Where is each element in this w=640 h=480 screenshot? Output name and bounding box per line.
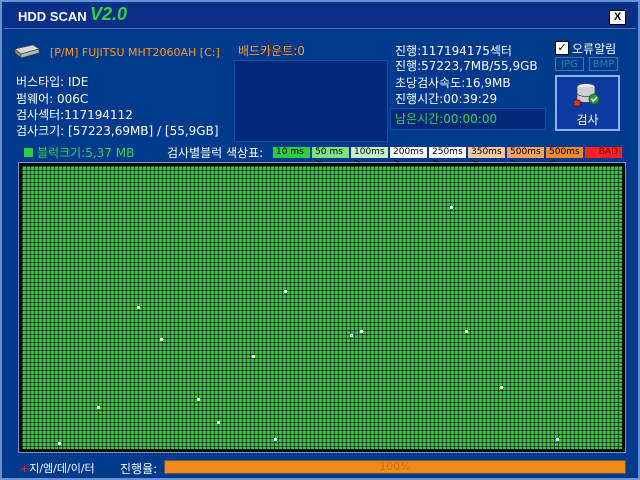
legend-item: 350ms > <box>468 147 505 168</box>
hard-drive-icon <box>14 44 40 59</box>
progress-text: 100% <box>379 460 411 473</box>
block-size-swatch <box>24 148 33 157</box>
scan-button[interactable]: 검사 <box>555 75 620 131</box>
database-scan-icon <box>573 83 600 107</box>
scan-block-speck <box>350 334 353 337</box>
scan-block-speck <box>160 338 163 341</box>
scan-block-grid <box>22 166 622 449</box>
legend-item: 50 ms > <box>312 147 349 168</box>
scan-block-speck <box>360 330 363 333</box>
legend-item: 500ms < <box>546 147 583 168</box>
drive-label[interactable]: [P/M] FUJITSU MHT2060AH [C:] <box>50 46 220 59</box>
scan-map <box>18 162 626 453</box>
error-alert-label[interactable]: 오류알림 <box>572 40 616 57</box>
progress-size: 진행:57223,7MB/55,9GB <box>395 59 538 73</box>
brand-label: +지/엠/데/이/터 <box>20 460 95 476</box>
elapsed-time: 진행시간:00:39:29 <box>395 92 498 106</box>
progress-bar: 100% <box>164 460 626 474</box>
scan-sectors: 검사섹터:117194112 <box>16 108 133 122</box>
app-window: HDD SCAN V2.0 X [P/M] FUJITSU MHT2060AH … <box>0 0 640 480</box>
scan-block-speck <box>217 421 220 424</box>
legend-title: 검사별블럭 색상표: <box>167 146 264 160</box>
legend-item: BAD <box>585 147 622 158</box>
scan-block-speck <box>97 406 100 409</box>
scan-speed: 초당검사속도:16,9MB <box>395 76 511 90</box>
scan-block-speck <box>556 438 559 441</box>
log-panel <box>234 60 388 142</box>
app-title: HDD SCAN <box>18 9 87 24</box>
error-alert-checkbox[interactable]: ✓ <box>555 41 569 55</box>
legend-item: 250ms > <box>429 147 466 168</box>
legend-item: 10 ms <box>273 147 310 158</box>
remaining-time: 남은시간:00:00:00 <box>395 112 498 126</box>
close-button[interactable]: X <box>609 10 626 25</box>
progress-label: 진행율: <box>120 462 158 476</box>
brand-plus: + <box>20 462 30 475</box>
bus-type: 버스타입: IDE <box>16 75 89 89</box>
firmware: 펌웨어: 006C <box>16 92 89 106</box>
scan-block-speck <box>252 355 255 358</box>
scan-block-speck <box>465 330 468 333</box>
scan-button-label: 검사 <box>576 113 599 127</box>
bmp-button[interactable]: BMP <box>589 57 618 71</box>
scan-size: 검사크기: [57223,69MB] / [55,9GB] <box>16 124 219 138</box>
scan-block-speck <box>58 442 61 445</box>
brand-text: 지/엠/데/이/터 <box>29 462 95 475</box>
scan-block-speck <box>197 398 200 401</box>
block-size: 블럭크기:5,37 MB <box>37 146 135 160</box>
app-version: V2.0 <box>90 4 128 24</box>
scan-block-speck <box>500 386 503 389</box>
scan-block-speck <box>450 206 453 209</box>
bad-count: 배드카운트:0 <box>238 44 305 58</box>
legend-item: 500ms > <box>507 147 544 168</box>
legend-item: 200ms > <box>390 147 427 168</box>
scan-block-speck <box>137 306 140 309</box>
jpg-button[interactable]: JPG <box>555 57 584 71</box>
scan-block-speck <box>274 438 277 441</box>
title-bar[interactable]: HDD SCAN V2.0 X <box>4 4 636 29</box>
legend-item: 100ms > <box>351 147 388 168</box>
scan-block-speck <box>284 290 287 293</box>
